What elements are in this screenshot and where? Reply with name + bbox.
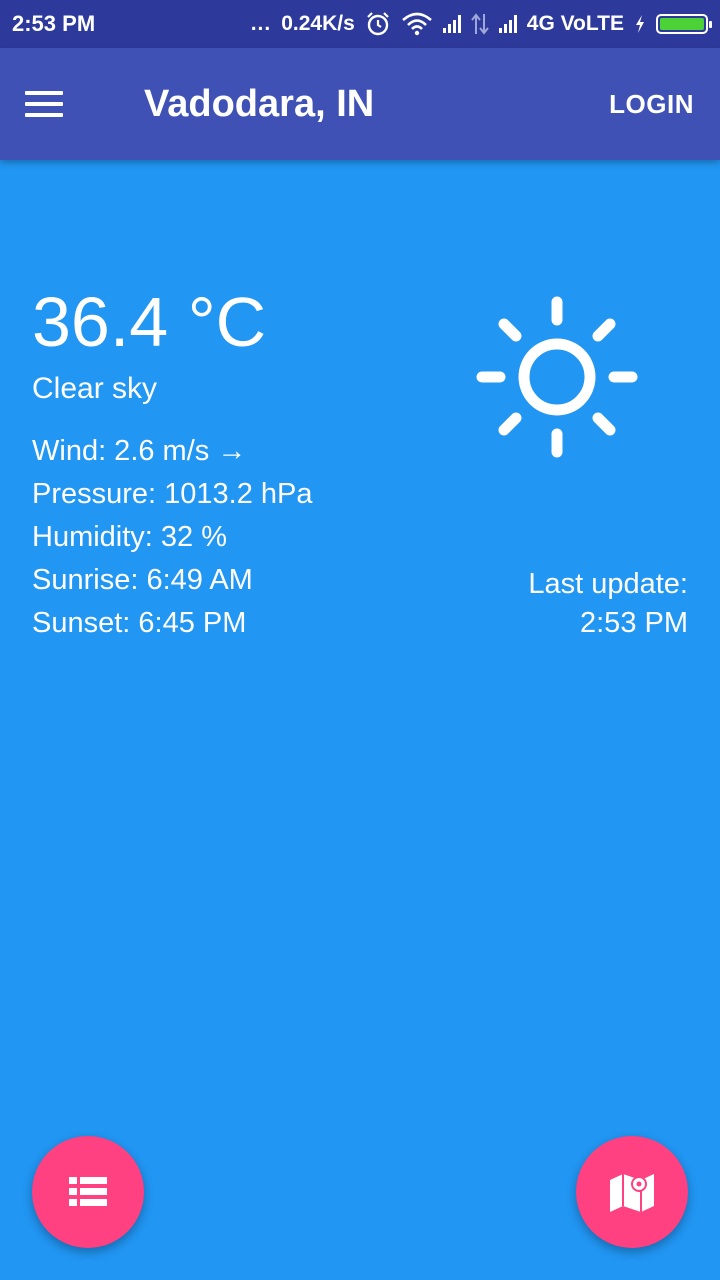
sun-icon (476, 296, 638, 458)
pressure-info: Pressure: 1013.2 hPa (32, 478, 313, 510)
map-fab-button[interactable] (576, 1136, 688, 1248)
signal-icon (498, 15, 517, 33)
city-title: Vadodara, IN (144, 82, 375, 125)
status-icons: ... 0.24K/s 4G VoLTE (250, 11, 712, 37)
list-icon (69, 1177, 107, 1206)
last-update-time: 2:53 PM (580, 607, 688, 639)
alarm-icon (366, 12, 389, 36)
last-update-label: Last update: (528, 568, 688, 600)
list-fab-button[interactable] (32, 1136, 144, 1248)
weather-description: Clear sky (32, 372, 158, 405)
login-button[interactable]: LOGIN (609, 89, 694, 120)
data-arrows-icon (470, 13, 489, 35)
wind-info: Wind: 2.6 m/s → (32, 435, 247, 467)
network-type: 4G VoLTE (526, 12, 624, 35)
network-speed: 0.24K/s (281, 12, 355, 35)
wifi-icon (401, 12, 432, 36)
status-bar: 2:53 PM ... 0.24K/s 4G VoLTE (0, 0, 720, 48)
battery-icon (656, 14, 712, 34)
more-notifications-icon: ... (250, 12, 272, 35)
map-icon (610, 1174, 654, 1212)
temperature: 36.4 °C (32, 283, 267, 361)
sunrise-info: Sunrise: 6:49 AM (32, 564, 253, 596)
menu-button[interactable] (0, 48, 112, 160)
app-bar: Vadodara, IN LOGIN (0, 48, 720, 160)
status-time: 2:53 PM (12, 11, 96, 36)
menu-icon (25, 91, 63, 117)
signal-icon (442, 15, 461, 33)
sunset-info: Sunset: 6:45 PM (32, 607, 247, 639)
weather-details: Wind: 2.6 m/s → Pressure: 1013.2 hPa Hum… (32, 430, 313, 645)
humidity-info: Humidity: 32 % (32, 521, 228, 553)
charging-icon (636, 15, 644, 33)
last-update: Last update: 2:53 PM (528, 565, 688, 643)
